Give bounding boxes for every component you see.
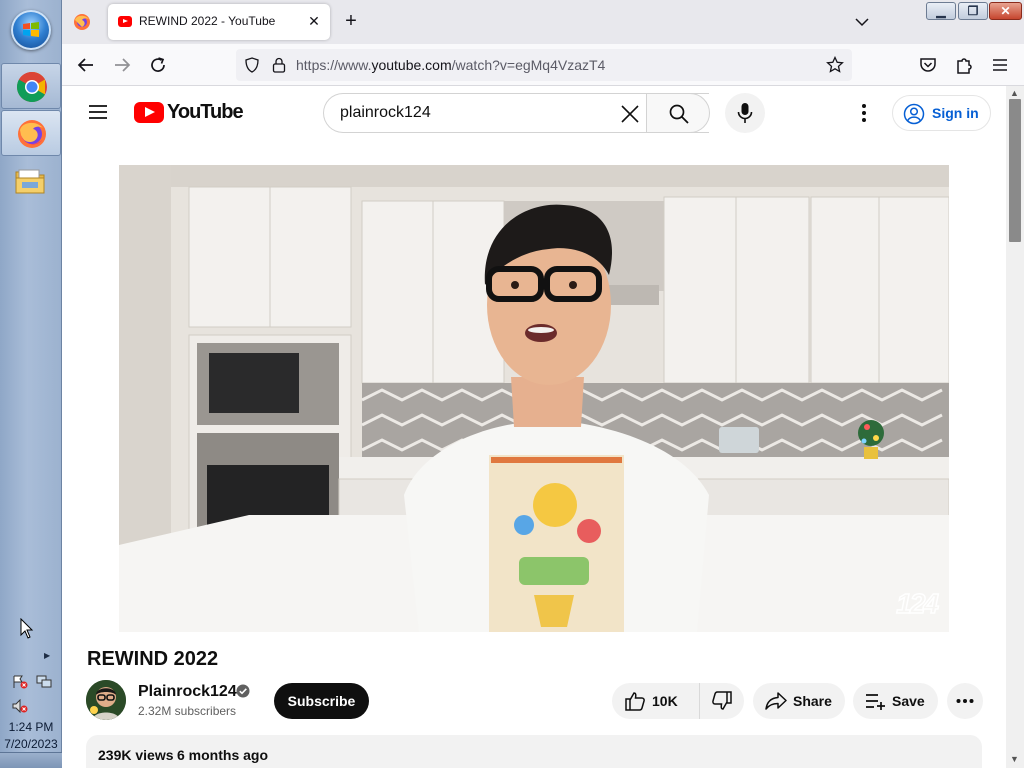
clock-time: 1:24 PM <box>8 720 54 734</box>
clear-search-icon[interactable] <box>620 104 640 124</box>
share-label: Share <box>793 693 832 709</box>
folder-icon[interactable] <box>14 166 46 196</box>
navigation-toolbar: https://www.youtube.com/watch?v=egMq4Vza… <box>62 44 1024 86</box>
bookmark-star-icon[interactable] <box>826 56 844 74</box>
tracking-shield-icon[interactable] <box>244 57 260 73</box>
search-icon <box>669 104 689 124</box>
upload-date: 6 months ago <box>177 747 269 763</box>
search-value: plainrock124 <box>340 104 431 121</box>
guide-menu-icon[interactable] <box>88 104 108 120</box>
taskbar-chrome-button[interactable] <box>1 63 61 109</box>
video-frame-image <box>119 165 949 632</box>
reload-icon[interactable] <box>146 53 170 77</box>
windows-flag-icon <box>23 22 39 37</box>
subscribe-label: Subscribe <box>287 693 356 709</box>
voice-search-button[interactable] <box>725 93 765 133</box>
tab-strip: REWIND 2022 - YouTube ✕ + ▁ ❐ ✕ <box>62 0 1024 44</box>
url-text[interactable]: https://www.youtube.com/watch?v=egMq4Vza… <box>296 57 605 73</box>
search-button[interactable] <box>646 93 710 133</box>
video-title: REWIND 2022 <box>87 648 219 670</box>
avatar-image <box>86 680 126 720</box>
close-window-button[interactable]: ✕ <box>989 2 1022 20</box>
like-dislike-group: 10K <box>612 683 744 719</box>
more-actions-button[interactable] <box>947 683 983 719</box>
sign-in-button[interactable]: Sign in <box>892 95 991 131</box>
volume-muted-icon[interactable] <box>12 699 28 713</box>
url-bar[interactable]: https://www.youtube.com/watch?v=egMq4Vza… <box>236 49 852 81</box>
view-count: 239K views <box>98 747 174 763</box>
firefox-window: REWIND 2022 - YouTube ✕ + ▁ ❐ ✕ https://… <box>62 0 1024 768</box>
minimize-button[interactable]: ▁ <box>926 2 956 20</box>
new-tab-button[interactable]: + <box>340 11 362 33</box>
url-prefix: https://www. <box>296 57 372 73</box>
more-horizontal-icon <box>956 699 974 703</box>
system-clock[interactable]: 1:24 PM 7/20/2023 <box>0 719 62 753</box>
youtube-favicon-icon <box>118 16 132 27</box>
show-desktop-button[interactable] <box>0 752 62 768</box>
save-playlist-icon <box>866 694 885 710</box>
clock-date: 7/20/2023 <box>4 737 58 751</box>
subscriber-count: 2.32M subscribers <box>138 704 237 718</box>
tab-close-icon[interactable]: ✕ <box>306 13 322 29</box>
scrollbar-thumb[interactable] <box>1009 99 1021 242</box>
channel-name[interactable]: Plainrock124 <box>138 683 237 701</box>
network-icon[interactable] <box>36 675 52 689</box>
youtube-logo-text: YouTube <box>167 101 244 123</box>
save-label: Save <box>892 693 925 709</box>
mouse-cursor-icon <box>20 618 34 639</box>
thumbs-up-icon <box>625 692 645 711</box>
lock-icon[interactable] <box>272 57 286 73</box>
scroll-up-icon[interactable]: ▲ <box>1010 88 1019 98</box>
like-count: 10K <box>652 693 678 709</box>
page-scrollbar[interactable]: ▲ ▼ <box>1006 86 1024 768</box>
forward-arrow-icon[interactable] <box>110 53 134 77</box>
url-host: youtube.com <box>371 57 452 73</box>
settings-more-icon[interactable] <box>854 102 874 124</box>
extensions-puzzle-icon[interactable] <box>954 55 974 75</box>
chrome-icon <box>16 72 47 103</box>
taskbar-firefox-button[interactable] <box>1 110 61 156</box>
save-button[interactable]: Save <box>853 683 938 719</box>
verified-check-icon <box>236 684 250 698</box>
channel-avatar[interactable] <box>86 680 126 720</box>
scroll-down-icon[interactable]: ▼ <box>1010 754 1019 764</box>
windows-taskbar: ▶ 1:24 PM 7/20/2023 <box>0 0 62 768</box>
share-button[interactable]: Share <box>753 683 845 719</box>
description-box[interactable]: 239K views 6 months ago <box>86 735 982 768</box>
youtube-logo[interactable]: YouTube <box>134 101 244 124</box>
tab-title: REWIND 2022 - YouTube <box>139 14 276 28</box>
restore-button[interactable]: ❐ <box>958 2 988 20</box>
back-arrow-icon[interactable] <box>74 53 98 77</box>
account-icon <box>903 103 925 125</box>
hamburger-menu-icon[interactable] <box>990 55 1010 75</box>
chevron-down-icon[interactable] <box>854 14 870 30</box>
thumbs-down-icon <box>712 691 732 710</box>
tab-youtube[interactable]: REWIND 2022 - YouTube ✕ <box>108 4 330 40</box>
subscribe-button[interactable]: Subscribe <box>274 683 369 719</box>
url-path: /watch?v=egMq4VzazT4 <box>451 57 606 73</box>
tray-expand-icon[interactable]: ▶ <box>44 651 50 660</box>
video-player[interactable]: 124 <box>119 165 949 632</box>
page-viewport: YouTube plainrock124 Sign in 124 REWIND … <box>62 86 1008 768</box>
pocket-icon[interactable] <box>918 55 938 75</box>
microphone-icon <box>737 103 753 123</box>
share-arrow-icon <box>765 692 787 710</box>
like-button[interactable]: 10K <box>612 683 700 719</box>
youtube-play-icon <box>134 102 164 123</box>
firefox-icon <box>18 120 46 148</box>
firefox-view-icon[interactable] <box>72 12 92 32</box>
sign-in-label: Sign in <box>932 105 979 121</box>
dislike-button[interactable] <box>700 683 744 719</box>
action-center-icon[interactable] <box>12 675 28 689</box>
channel-watermark: 124 <box>896 587 940 620</box>
start-button[interactable] <box>11 10 51 50</box>
